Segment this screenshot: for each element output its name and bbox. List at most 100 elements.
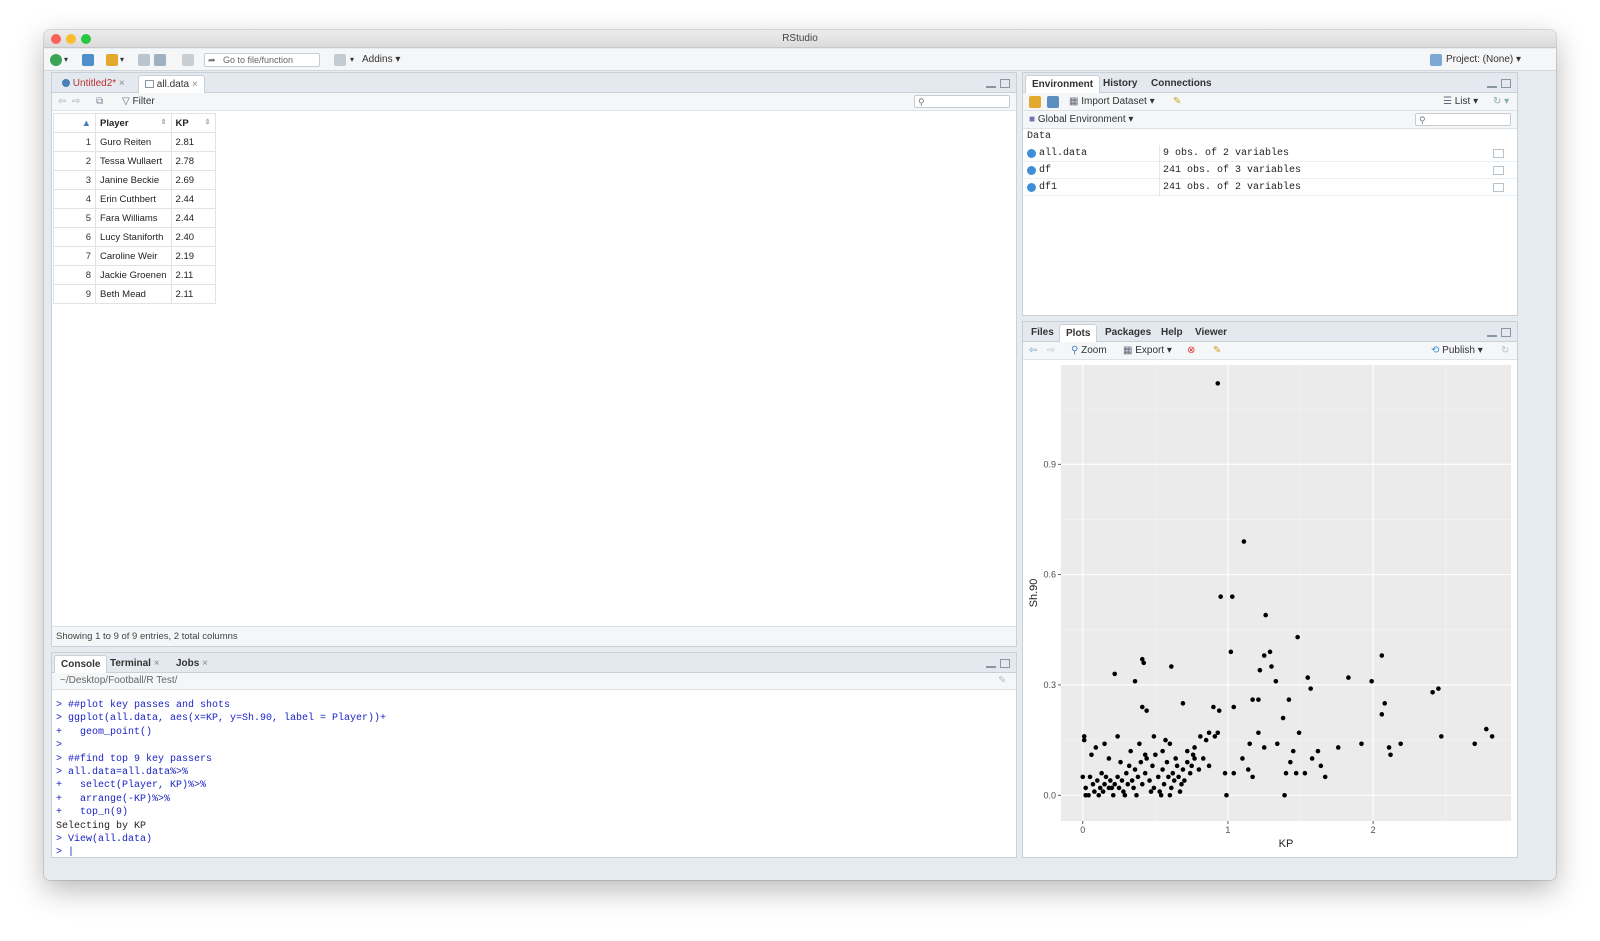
search-icon: ⚲ [918,97,925,107]
data-point [1118,759,1123,765]
tab-environment-label: Environment [1032,79,1094,90]
forward-arrow-icon[interactable]: ⇨ [72,95,80,109]
previous-plot-icon[interactable]: ⇦ [1029,344,1037,358]
tab-environment[interactable]: Environment [1025,75,1101,93]
new-project-icon[interactable] [82,54,94,66]
list-view-dropdown[interactable]: ☰ List ▾ [1443,95,1478,109]
publish-menu[interactable]: ⟲ Publish ▾ [1431,344,1483,358]
close-icon[interactable]: × [192,79,198,90]
new-file-dropdown-icon[interactable]: ▾ [64,53,68,67]
zoom-button[interactable]: ⚲ Zoom [1071,344,1107,358]
close-icon[interactable]: × [154,658,160,669]
save-workspace-icon[interactable] [1047,96,1059,108]
minimize-window-button[interactable] [66,34,76,44]
close-icon[interactable]: × [202,658,208,669]
tab-viewer[interactable]: Viewer [1189,324,1233,342]
close-window-button[interactable] [51,34,61,44]
open-file-dropdown-icon[interactable]: ▾ [120,53,124,67]
data-point [1206,730,1212,736]
new-file-icon[interactable] [50,54,62,66]
data-point [1245,767,1251,772]
data-point [1144,708,1149,713]
environment-item[interactable]: all.data 9 obs. of 2 variables [1023,145,1517,162]
tab-plots[interactable]: Plots [1059,324,1098,342]
column-header-kp[interactable]: KP ⇕ [170,113,216,133]
clear-console-icon[interactable]: ✎ [998,674,1006,688]
back-arrow-icon[interactable]: ⇦ [58,95,66,109]
table-row[interactable]: 1 Guro Reiten 2.81 [53,132,216,152]
maximize-pane-icon[interactable] [1000,659,1010,668]
maximize-pane-icon[interactable] [1501,328,1511,337]
goto-file-input[interactable]: ➦ Go to file/function [204,53,320,67]
rownum-sort-header[interactable]: ▲ [53,113,96,133]
view-table-icon[interactable] [1493,149,1504,158]
broom-icon[interactable]: ✎ [1173,95,1181,109]
column-header-player[interactable]: Player ⇕ [95,113,172,133]
export-menu[interactable]: ▦ Export ▾ [1123,344,1172,358]
maximize-pane-icon[interactable] [1000,79,1010,88]
x-axis-title: KP [1279,838,1294,850]
data-point [1283,770,1289,776]
import-dataset-button[interactable]: ▦ Import Dataset ▾ [1069,95,1155,109]
addins-menu[interactable]: Addins ▾ [362,53,400,67]
filter-button[interactable]: ▽ Filter [122,95,155,109]
open-file-icon[interactable] [106,54,118,66]
save-all-icon[interactable] [154,54,166,66]
minimize-pane-icon[interactable] [1487,82,1497,88]
maximize-pane-icon[interactable] [1501,79,1511,88]
expand-object-icon[interactable] [1027,149,1036,158]
table-row[interactable]: 6 Lucy Staniforth 2.40 [53,227,216,247]
table-row[interactable]: 8 Jackie Groenen 2.11 [53,265,216,285]
tab-jobs-label: Jobs [176,658,200,669]
data-point [1263,612,1268,618]
tab-jobs[interactable]: Jobs × [170,655,214,673]
zoom-window-button[interactable] [81,34,91,44]
environment-item[interactable]: df1 241 obs. of 2 variables [1023,179,1517,196]
view-table-icon[interactable] [1493,166,1504,175]
remove-plot-icon[interactable]: ⊗ [1187,344,1195,358]
tab-packages[interactable]: Packages [1099,324,1157,342]
minimize-pane-icon[interactable] [986,662,996,668]
data-point [1173,756,1178,761]
print-icon[interactable] [182,54,194,66]
table-row[interactable]: 3 Janine Beckie 2.69 [53,170,216,190]
load-workspace-icon[interactable] [1029,96,1041,108]
table-row[interactable]: 7 Caroline Weir 2.19 [53,246,216,266]
tab-all-data[interactable]: all.data × [138,75,205,93]
y-axis-title: Sh.90 [1028,579,1040,608]
tab-console[interactable]: Console [54,655,108,673]
data-point [1206,763,1212,769]
tab-untitled2[interactable]: Untitled2* × [56,75,131,93]
table-row[interactable]: 9 Beth Mead 2.11 [53,284,216,304]
tab-history[interactable]: History [1097,75,1143,93]
project-menu[interactable]: Project: (None) ▾ [1446,53,1521,67]
console-output[interactable]: > ##plot key passes and shots > ggplot(al… [56,699,386,860]
table-row[interactable]: 5 Fara Williams 2.44 [53,208,216,228]
view-table-icon[interactable] [1493,183,1504,192]
refresh-plot-icon[interactable]: ↻ [1501,344,1509,358]
data-point [1155,774,1161,780]
tab-files[interactable]: Files [1025,324,1060,342]
refresh-icon[interactable]: ↻ ▾ [1493,95,1509,109]
popout-icon[interactable]: ⧉ [96,95,103,109]
environment-item[interactable]: df 241 obs. of 3 variables [1023,162,1517,179]
expand-object-icon[interactable] [1027,166,1036,175]
expand-object-icon[interactable] [1027,183,1036,192]
table-row[interactable]: 4 Erin Cuthbert 2.44 [53,189,216,209]
data-point [1229,594,1235,599]
tab-terminal[interactable]: Terminal × [104,655,166,673]
layout-dropdown-icon[interactable]: ▾ [350,53,354,67]
close-icon[interactable]: × [119,78,125,89]
minimize-pane-icon[interactable] [1487,331,1497,337]
minimize-pane-icon[interactable] [986,82,996,88]
global-environment-dropdown[interactable]: ■ Global Environment ▾ [1029,113,1133,127]
next-plot-icon[interactable]: ⇨ [1047,344,1055,358]
tab-help[interactable]: Help [1155,324,1189,342]
broom-icon[interactable]: ✎ [1213,344,1221,358]
tab-connections[interactable]: Connections [1145,75,1218,93]
data-search-input[interactable]: ⚲ [914,95,1010,108]
grid-layout-icon[interactable] [334,54,346,66]
save-icon[interactable] [138,54,150,66]
table-row[interactable]: 2 Tessa Wullaert 2.78 [53,151,216,171]
env-search-input[interactable]: ⚲ [1415,113,1511,126]
